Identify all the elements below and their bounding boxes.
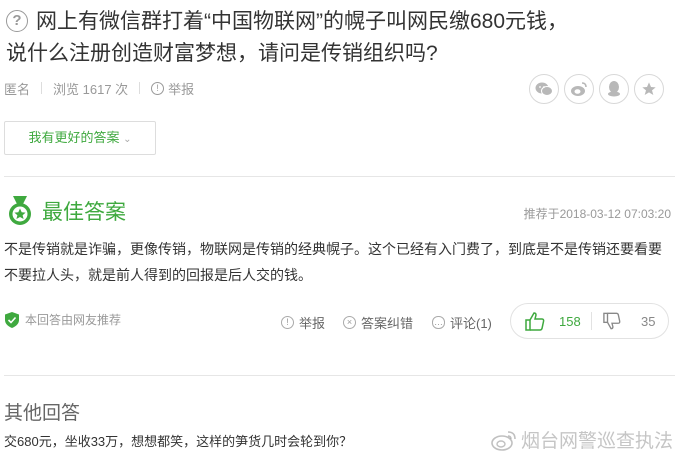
thumb-up-icon [525,311,545,331]
better-answer-label: 我有更好的答案 [28,130,120,145]
thumb-down-icon [603,312,621,330]
section-divider [4,375,675,376]
question-title-line1: 网上有微信群打着“中国物联网”的幌子叫网民缴680元钱， [36,10,569,33]
view-count: 浏览 1617 次 [53,81,129,97]
best-answer-heading: 最佳答案 [42,201,126,224]
other-answers-heading: 其他回答 [4,403,81,424]
correct-icon: × [343,316,356,329]
chevron-down-icon: ⌄ [123,134,132,145]
author-label: 匿名 [4,81,31,97]
question-title: 网上有微信群打着“中国物联网”的幌子叫网民缴680元钱， 说什么注册创造财富梦想… [6,6,676,70]
question-circle-icon: ? [6,10,28,32]
section-divider [4,176,675,177]
weibo-icon[interactable] [564,74,594,104]
watermark: 烟台网警巡查执法 [491,426,673,453]
wechat-icon[interactable] [529,74,559,104]
other-answer-item: 交680元，坐收33万，想想都笑，这样的笋货几时会轮到你？ [4,434,353,449]
comment-label: 评论(1) [450,316,492,331]
favorite-star-icon[interactable] [634,74,664,104]
downvote-button[interactable]: 35 [603,304,655,338]
upvote-count: 158 [559,313,581,329]
watermark-text: 烟台网警巡查执法 [520,431,673,452]
upvote-button[interactable]: 158 [525,304,581,338]
vote-box: 158 35 [510,303,669,339]
better-answer-button[interactable]: 我有更好的答案 ⌄ [4,121,156,155]
comment-link[interactable]: … 评论(1) [432,313,492,332]
qq-icon[interactable] [599,74,629,104]
question-title-line2: 说什么注册创造财富梦想，请问是传销组织吗? [6,42,438,65]
recommended-by-label: 本回答由网友推荐 [25,313,122,327]
answer-correct-link[interactable]: × 答案纠错 [343,313,413,332]
report-label: 举报 [168,81,195,97]
comment-icon: … [432,316,445,329]
weibo-logo-icon [491,430,516,451]
answer-report-link[interactable]: ! 举报 [281,313,325,332]
answer-correct-label: 答案纠错 [361,316,414,331]
report-link[interactable]: ! 举报 [151,79,194,98]
answer-report-label: 举报 [299,316,326,331]
meta-divider [41,82,43,94]
shield-check-icon [5,311,19,328]
downvote-count: 35 [641,313,656,329]
vote-divider [591,312,592,330]
best-answer-text: 不是传销就是诈骗，更像传销，物联网是传销的经典幌子。这个已经有入门费了，到底是不… [4,241,662,283]
question-meta: 匿名 浏览 1617 次 ! 举报 [4,78,194,98]
recommended-by: 本回答由网友推荐 [5,311,121,328]
best-answer-time: 推荐于2018-03-12 07:03:20 [523,207,671,221]
report-icon: ! [281,316,294,329]
best-answer-medal-icon [9,196,31,225]
report-icon: ! [151,81,165,95]
meta-divider [139,82,141,94]
